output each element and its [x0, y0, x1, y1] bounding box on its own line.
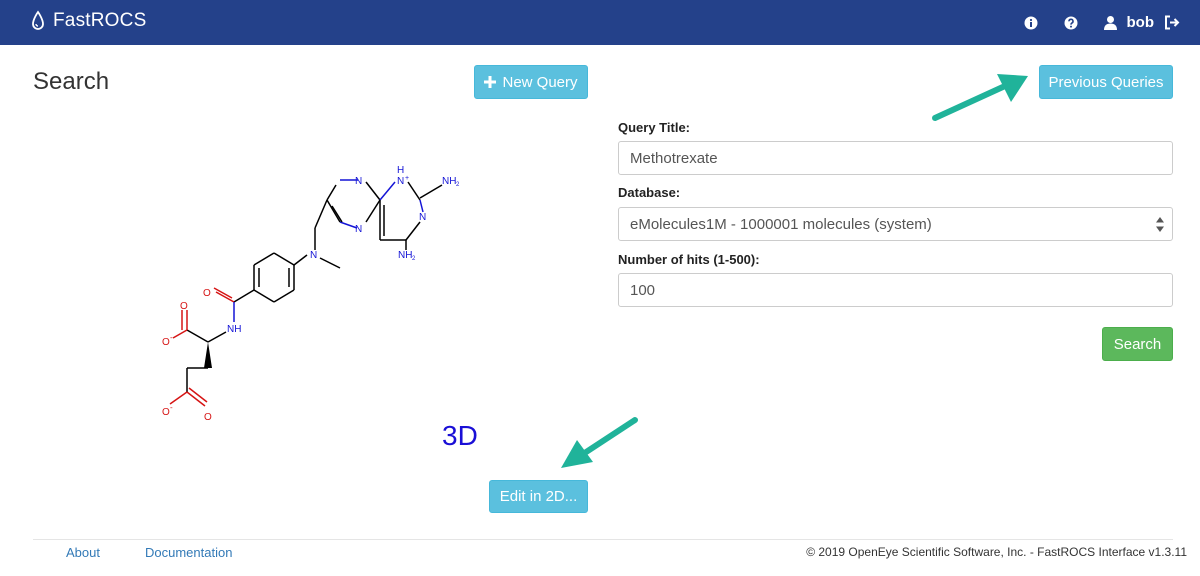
- navbar-actions: bob: [999, 0, 1181, 45]
- atom-o-minus-2: O: [162, 407, 170, 418]
- atom-o-2: O: [204, 412, 212, 423]
- atom-charge-minus-1: -: [170, 333, 173, 342]
- previous-queries-button[interactable]: Previous Queries: [1039, 65, 1173, 99]
- atom-n-2: N: [355, 224, 362, 235]
- atom-n-1: N: [355, 176, 362, 187]
- atom-o-1: O: [180, 301, 188, 312]
- hits-value: 100: [630, 281, 656, 299]
- plus-icon: [484, 76, 497, 88]
- select-arrows-icon: [1156, 217, 1164, 232]
- atom-n-amine: N: [310, 250, 317, 261]
- new-query-label: New Query: [502, 73, 578, 91]
- query-title-input[interactable]: Methotrexate: [618, 141, 1173, 175]
- atom-n-plus: N: [397, 176, 404, 187]
- molecule-depiction[interactable]: N N H N + N NH 2 NH 2 N O NH O O - O - O: [150, 160, 480, 430]
- footer-about-link[interactable]: About: [66, 545, 100, 560]
- footer-copyright: © 2019 OpenEye Scientific Software, Inc.…: [806, 545, 1187, 559]
- footer-divider: [33, 539, 1173, 540]
- annotation-arrow-icon: [932, 74, 1028, 121]
- brand-name: FastROCS: [53, 10, 147, 31]
- hits-label: Number of hits (1-500):: [618, 252, 760, 267]
- atom-charge-plus: +: [405, 175, 409, 182]
- atom-h-1: H: [397, 165, 404, 176]
- footer-documentation-link[interactable]: Documentation: [145, 545, 232, 560]
- brand[interactable]: FastROCS: [30, 8, 146, 34]
- atom-o-carbonyl: O: [203, 288, 211, 299]
- bonds: [169, 179, 443, 407]
- user-icon[interactable]: [1103, 15, 1119, 31]
- edit-2d-button[interactable]: Edit in 2D...: [489, 480, 588, 513]
- wedge-bond: [204, 342, 212, 368]
- top-navbar: FastROCS bob: [0, 0, 1200, 45]
- user-name[interactable]: bob: [1127, 14, 1155, 31]
- atom-nh2-1-sub: 2: [456, 182, 460, 188]
- hits-input[interactable]: 100: [618, 273, 1173, 307]
- atom-nh2-1: NH: [442, 176, 456, 187]
- query-title-value: Methotrexate: [630, 149, 718, 167]
- query-title-label: Query Title:: [618, 120, 691, 135]
- atom-n-3: N: [419, 212, 426, 223]
- info-icon[interactable]: [1023, 15, 1039, 31]
- new-query-button[interactable]: New Query: [474, 65, 588, 99]
- database-value: eMolecules1M - 1000001 molecules (system…: [630, 215, 932, 233]
- viewer-3d-label: 3D: [442, 420, 478, 451]
- atom-nh2-2-sub: 2: [412, 256, 416, 262]
- search-button[interactable]: Search: [1102, 327, 1173, 361]
- help-icon[interactable]: [1063, 15, 1079, 31]
- database-label: Database:: [618, 185, 681, 200]
- page-title: Search: [33, 68, 110, 95]
- atom-nh2-2: NH: [398, 250, 412, 261]
- database-select[interactable]: eMolecules1M - 1000001 molecules (system…: [618, 207, 1173, 241]
- annotation-arrow-icon: [561, 417, 638, 468]
- drop-logo-icon: [32, 10, 44, 30]
- atom-nh: NH: [227, 324, 241, 335]
- atom-o-minus-1: O: [162, 337, 170, 348]
- logout-icon[interactable]: [1164, 15, 1180, 31]
- atom-charge-minus-2: -: [170, 403, 173, 412]
